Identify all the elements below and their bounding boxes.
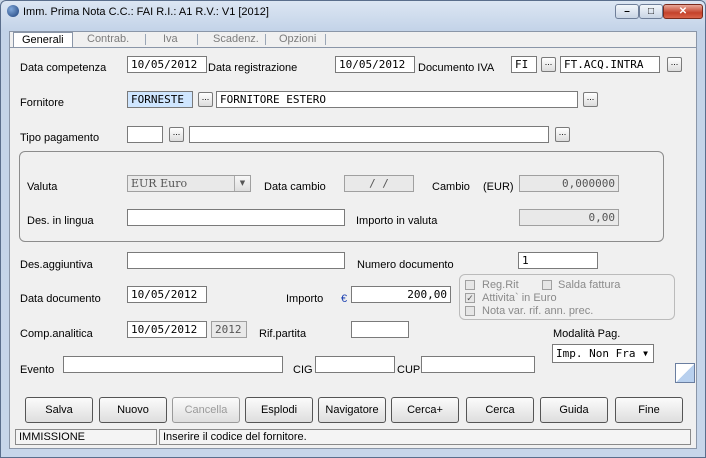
chevron-down-icon[interactable]: ▼ bbox=[234, 176, 250, 191]
valuta-select[interactable]: EUR Euro ▼ bbox=[127, 175, 251, 192]
evento-label: Evento bbox=[20, 364, 55, 376]
maximize-button[interactable]: □ bbox=[639, 4, 663, 19]
main-window: Imm. Prima Nota C.C.: FAI R.I.: A1 R.V.:… bbox=[0, 0, 706, 458]
data-cambio-input[interactable]: / / bbox=[344, 175, 414, 192]
fornitore-lookup-button[interactable]: ... bbox=[198, 92, 213, 107]
documento-iva-code-input[interactable]: FI bbox=[511, 56, 537, 73]
data-competenza-label: Data competenza bbox=[20, 62, 107, 74]
documento-iva-lookup-button[interactable]: ... bbox=[541, 57, 556, 72]
modalita-pag-value: Imp. Non Fra bbox=[556, 347, 636, 360]
cerca-plus-button[interactable]: Cerca+ bbox=[391, 397, 459, 423]
numero-documento-label: Numero documento bbox=[357, 259, 454, 271]
nuovo-button[interactable]: Nuovo bbox=[99, 397, 167, 423]
rif-partita-input[interactable] bbox=[351, 321, 409, 338]
tipo-pagamento-label: Tipo pagamento bbox=[20, 132, 100, 144]
nota-var-checkbox[interactable] bbox=[465, 306, 475, 316]
data-documento-label: Data documento bbox=[20, 293, 101, 305]
fine-button[interactable]: Fine bbox=[615, 397, 683, 423]
comp-analitica-input[interactable]: 10/05/2012 bbox=[127, 321, 207, 338]
reg-rit-label: Reg.Rit bbox=[482, 279, 519, 291]
data-competenza-input[interactable]: 10/05/2012 bbox=[127, 56, 207, 73]
fornitore-desc-button[interactable]: ... bbox=[583, 92, 598, 107]
importo-valuta-input[interactable]: 0,00 bbox=[519, 209, 619, 226]
tab-contrab[interactable]: Contrab. bbox=[87, 32, 129, 48]
data-registrazione-input[interactable]: 10/05/2012 bbox=[335, 56, 415, 73]
documento-iva-desc-input[interactable]: FT.ACQ.INTRA bbox=[560, 56, 660, 73]
euro-icon: € bbox=[341, 293, 348, 305]
cup-label: CUP bbox=[397, 364, 421, 376]
tab-scadenz[interactable]: Scadenz. bbox=[213, 32, 259, 48]
valuta-group bbox=[19, 151, 664, 242]
salva-button[interactable]: Salva bbox=[25, 397, 93, 423]
fornitore-code-input[interactable]: FORNESTE bbox=[127, 91, 193, 108]
maximize-icon: □ bbox=[647, 6, 655, 17]
saldo-fattura-checkbox[interactable] bbox=[542, 280, 552, 290]
guida-button[interactable]: Guida bbox=[540, 397, 608, 423]
tab-generali[interactable]: Generali bbox=[13, 32, 73, 48]
tab-opzioni[interactable]: Opzioni bbox=[279, 32, 316, 48]
importo-valuta-label: Importo in valuta bbox=[356, 215, 438, 227]
cig-input[interactable] bbox=[315, 356, 395, 373]
valuta-label: Valuta bbox=[27, 181, 58, 193]
tab-separator bbox=[145, 34, 146, 45]
des-lingua-label: Des. in lingua bbox=[27, 215, 94, 227]
nota-var-label: Nota var. rif. ann. prec. bbox=[482, 305, 594, 317]
cup-input[interactable] bbox=[421, 356, 535, 373]
cambio-label: Cambio bbox=[432, 181, 470, 193]
numero-documento-input[interactable]: 1 bbox=[518, 252, 598, 269]
app-icon bbox=[7, 5, 19, 17]
saldo-fattura-label: Salda fattura bbox=[558, 279, 621, 291]
reg-rit-checkbox[interactable] bbox=[465, 280, 475, 290]
comp-analitica-label: Comp.analitica bbox=[20, 328, 93, 340]
tab-separator bbox=[265, 34, 266, 45]
modalita-pag-select[interactable]: Imp. Non Fra ▼ bbox=[552, 344, 654, 363]
evento-input[interactable] bbox=[63, 356, 283, 373]
tipo-pagamento-desc-button[interactable]: ... bbox=[555, 127, 570, 142]
minimize-button[interactable]: – bbox=[615, 4, 639, 19]
cambio-currency-label: (EUR) bbox=[483, 181, 514, 193]
rif-partita-label: Rif.partita bbox=[259, 328, 307, 340]
des-aggiuntiva-input[interactable] bbox=[127, 252, 345, 269]
resize-grip-icon[interactable] bbox=[675, 363, 695, 383]
des-lingua-input[interactable] bbox=[127, 209, 345, 226]
tab-separator bbox=[197, 34, 198, 45]
fornitore-desc-input[interactable]: FORNITORE ESTERO bbox=[216, 91, 578, 108]
title-bar[interactable]: Imm. Prima Nota C.C.: FAI R.I.: A1 R.V.:… bbox=[1, 1, 705, 23]
window-title: Imm. Prima Nota C.C.: FAI R.I.: A1 R.V.:… bbox=[23, 6, 269, 18]
close-button[interactable]: ✕ bbox=[663, 4, 703, 19]
cig-label: CIG bbox=[293, 364, 313, 376]
navigatore-button[interactable]: Navigatore bbox=[318, 397, 386, 423]
valuta-value: EUR Euro bbox=[131, 177, 188, 190]
cambio-input[interactable]: 0,000000 bbox=[519, 175, 619, 192]
attivita-euro-checkbox[interactable]: ✓ bbox=[465, 293, 475, 303]
data-documento-input[interactable]: 10/05/2012 bbox=[127, 286, 207, 303]
tipo-pagamento-code-input[interactable] bbox=[127, 126, 163, 143]
close-icon: ✕ bbox=[678, 6, 688, 17]
status-message: Inserire il codice del fornitore. bbox=[159, 429, 691, 445]
des-aggiuntiva-label: Des.aggiuntiva bbox=[20, 259, 93, 271]
tipo-pagamento-desc-input[interactable] bbox=[189, 126, 549, 143]
importo-input[interactable]: 200,00 bbox=[351, 286, 451, 303]
fornitore-label: Fornitore bbox=[20, 97, 65, 109]
attivita-euro-label: Attivita` in Euro bbox=[482, 292, 557, 304]
tipo-pagamento-lookup-button[interactable]: ... bbox=[169, 127, 184, 142]
esplodi-button[interactable]: Esplodi bbox=[245, 397, 313, 423]
minimize-icon: – bbox=[624, 6, 630, 17]
importo-label: Importo bbox=[286, 293, 324, 305]
cerca-button[interactable]: Cerca bbox=[466, 397, 534, 423]
documento-iva-desc-button[interactable]: ... bbox=[667, 57, 682, 72]
documento-iva-label: Documento IVA bbox=[418, 62, 495, 74]
data-cambio-label: Data cambio bbox=[264, 181, 326, 193]
modalita-pag-label: Modalità Pag. bbox=[553, 328, 621, 340]
comp-anno-field: 2012 bbox=[211, 321, 247, 338]
chevron-down-icon[interactable]: ▼ bbox=[638, 345, 653, 362]
tab-separator bbox=[325, 34, 326, 45]
tab-iva[interactable]: Iva bbox=[163, 32, 178, 48]
cancella-button[interactable]: Cancella bbox=[172, 397, 240, 423]
data-registrazione-label: Data registrazione bbox=[208, 62, 298, 74]
status-mode: IMMISSIONE bbox=[15, 429, 157, 445]
